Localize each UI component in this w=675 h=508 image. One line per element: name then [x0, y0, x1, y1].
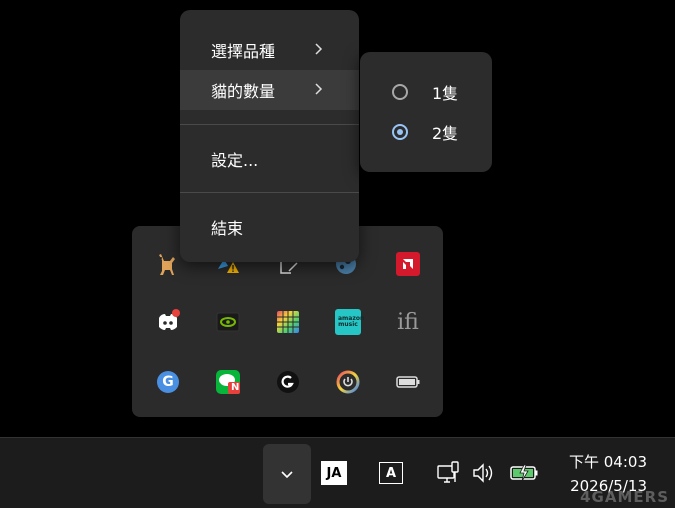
ifi-label: ifi: [397, 309, 419, 335]
menu-item-label: 設定...: [211, 151, 259, 170]
cat-count-submenu: 1隻 2隻: [360, 52, 492, 172]
chevron-down-icon: [281, 471, 293, 479]
radio-button-icon[interactable]: [392, 84, 408, 100]
menu-item-label: 結束: [211, 219, 244, 238]
menu-item-select-breed[interactable]: 選擇品種: [180, 30, 359, 70]
volume-icon[interactable]: [471, 460, 497, 486]
radio-button-selected-icon[interactable]: [392, 124, 408, 140]
clock-time: 下午 04:03: [569, 453, 647, 471]
discord-icon[interactable]: [155, 309, 181, 335]
watermark: 4GAMERS: [580, 488, 669, 506]
nvidia-icon[interactable]: [215, 309, 241, 335]
rgb-icon[interactable]: [275, 309, 301, 335]
google-label: G: [162, 374, 174, 390]
option-one-cat[interactable]: 1隻: [360, 72, 492, 112]
menu-item-cat-count[interactable]: 貓的數量: [180, 70, 359, 110]
amd-icon[interactable]: [395, 251, 421, 277]
ime-alt-icon[interactable]: A: [379, 462, 403, 484]
ime-ja-label: JA: [326, 465, 342, 481]
context-menu: 選擇品種 貓的數量 設定... 結束: [180, 10, 359, 262]
chevron-right-icon: [315, 43, 323, 55]
amazon-music-icon[interactable]: amazon music: [335, 309, 365, 335]
network-icon[interactable]: [436, 460, 462, 486]
line-icon[interactable]: N: [215, 369, 241, 395]
show-hidden-icons-button[interactable]: [263, 444, 311, 504]
logitech-icon[interactable]: [275, 369, 301, 395]
option-label: 2隻: [432, 124, 459, 143]
ifi-icon[interactable]: ifi: [395, 309, 421, 335]
option-label: 1隻: [432, 84, 459, 103]
battery-charging-icon[interactable]: [509, 460, 539, 486]
menu-item-settings[interactable]: 設定...: [180, 139, 359, 179]
menu-separator: [180, 192, 359, 193]
battery-icon[interactable]: [395, 369, 421, 395]
ime-alt-label: A: [385, 465, 397, 481]
ime-ja-icon[interactable]: JA: [321, 461, 347, 485]
menu-item-label: 貓的數量: [211, 82, 276, 101]
amazon-music-label: amazon music: [338, 315, 365, 328]
menu-separator: [180, 124, 359, 125]
taskbar: JA A 下午 04:03 2026/5/13: [0, 437, 675, 508]
google-icon[interactable]: G: [155, 369, 181, 395]
ring-icon[interactable]: [335, 369, 361, 395]
line-badge-label: N: [231, 382, 240, 393]
option-two-cats[interactable]: 2隻: [360, 112, 492, 152]
menu-item-exit[interactable]: 結束: [180, 207, 359, 247]
cat-icon[interactable]: [153, 251, 179, 277]
menu-item-label: 選擇品種: [211, 42, 276, 61]
chevron-right-icon: [315, 83, 323, 95]
